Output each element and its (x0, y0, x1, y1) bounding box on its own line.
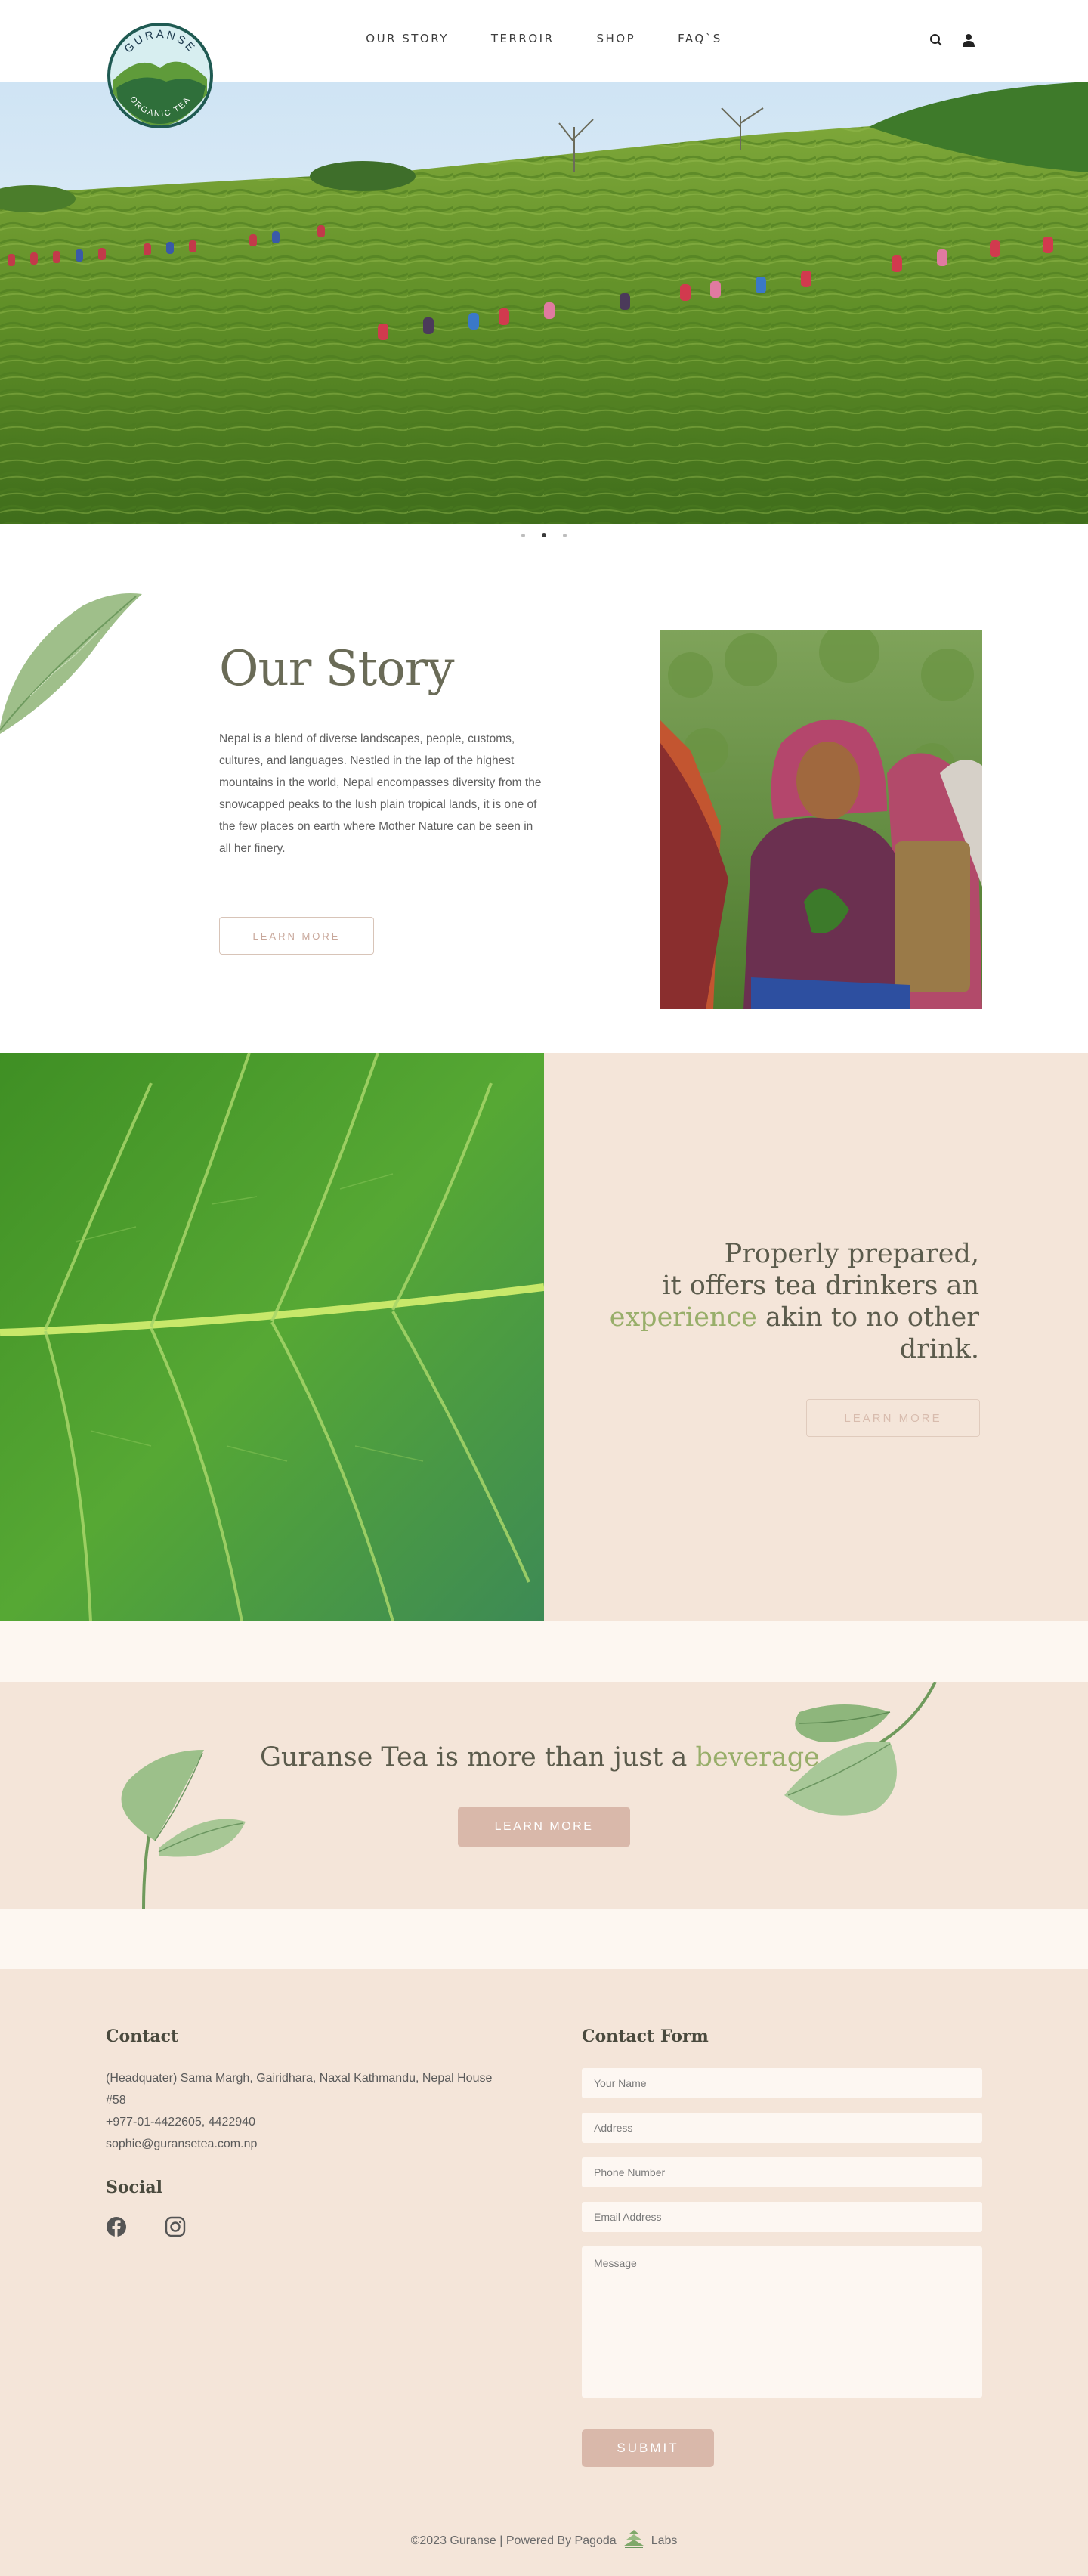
contact-form-heading: Contact Form (582, 2026, 709, 2046)
nav-terroir[interactable]: TERROIR (491, 32, 555, 45)
experience-line-3-rest: akin to no other drink. (756, 1302, 979, 1364)
guranse-logo[interactable]: GURANSE ORGANIC TEA (106, 21, 215, 130)
experience-line-2: it offers tea drinkers an (662, 1271, 979, 1301)
copyright-bar: ©2023 Guranse | Powered By Pagoda Labs (0, 2528, 1088, 2553)
decorative-leaf-right-icon (784, 1682, 937, 1816)
nav-our-story[interactable]: OUR STORY (366, 32, 449, 45)
pagoda-logo-icon (623, 2528, 645, 2553)
address-field[interactable] (582, 2113, 982, 2143)
facebook-icon[interactable] (106, 2216, 127, 2241)
decorative-leaf-left-icon (121, 1750, 246, 1909)
slider-dot-3[interactable] (563, 533, 567, 537)
copyright-text: ©2023 Guranse | Powered By Pagoda (410, 2534, 617, 2547)
email-field[interactable] (582, 2202, 982, 2232)
slider-dot-1[interactable] (521, 533, 525, 537)
social-heading: Social (106, 2178, 162, 2197)
labs-text[interactable]: Labs (651, 2534, 678, 2548)
decorative-leaf-icon (0, 593, 142, 734)
address-line-2: #58 (106, 2094, 126, 2107)
header-icons (929, 33, 975, 47)
experience-line-1: Properly prepared, (724, 1239, 979, 1269)
site-footer: Contact (Headquater) Sama Margh, Gairidh… (0, 1969, 1088, 2576)
beverage-text-main: Guranse Tea is more than just a (259, 1742, 696, 1773)
email-address[interactable]: sophie@guransetea.com.np (106, 2133, 514, 2155)
user-icon[interactable] (963, 33, 975, 47)
story-learn-more-button[interactable]: LEARN MORE (219, 917, 374, 955)
spacer-band-2 (0, 1909, 1088, 1969)
contact-heading: Contact (106, 2026, 179, 2046)
hero-slider-dots (0, 524, 1088, 546)
experience-highlight: experience (609, 1302, 757, 1333)
leaf-closeup-image (0, 1053, 544, 1621)
message-field[interactable] (582, 2246, 982, 2398)
tea-picker-photo (660, 630, 982, 1009)
experience-panel: Properly prepared, it offers tea drinker… (544, 1053, 1088, 1621)
our-story-section: Our Story Nepal is a blend of diverse la… (0, 546, 1088, 1053)
contact-details: (Headquater) Sama Margh, Gairidhara, Nax… (106, 2067, 514, 2155)
spacer-band (0, 1621, 1088, 1682)
address-line-1: (Headquater) Sama Margh, Gairidhara, Nax… (106, 2072, 493, 2085)
our-story-title: Our Story (219, 641, 454, 697)
tea-plantation-image (0, 82, 1088, 524)
our-story-text: Nepal is a blend of diverse landscapes, … (219, 732, 542, 855)
name-field[interactable] (582, 2068, 982, 2098)
instagram-icon[interactable] (165, 2216, 186, 2241)
nav-faqs[interactable]: FAQ`S (678, 32, 722, 45)
beverage-learn-more-button[interactable]: LEARN MORE (458, 1807, 630, 1847)
experience-learn-more-button[interactable]: LEARN MORE (806, 1399, 980, 1437)
phone-number: +977-01-4422605, 4422940 (106, 2116, 255, 2129)
beverage-banner: Guranse Tea is more than just a beverage… (0, 1682, 1088, 1909)
phone-field[interactable] (582, 2157, 982, 2187)
experience-section: Properly prepared, it offers tea drinker… (0, 1053, 1088, 1621)
experience-line-3: experience akin to no other drink. (544, 1302, 979, 1365)
nav-shop[interactable]: SHOP (597, 32, 636, 45)
hero-banner (0, 82, 1088, 524)
experience-text: Properly prepared, it offers tea drinker… (544, 1238, 979, 1365)
search-icon[interactable] (929, 33, 943, 47)
submit-button[interactable]: SUBMIT (582, 2429, 714, 2467)
social-links (106, 2216, 186, 2241)
slider-dot-2[interactable] (542, 533, 546, 537)
site-header: GURANSE ORGANIC TEA OUR STORY TERROIR SH… (0, 0, 1088, 128)
